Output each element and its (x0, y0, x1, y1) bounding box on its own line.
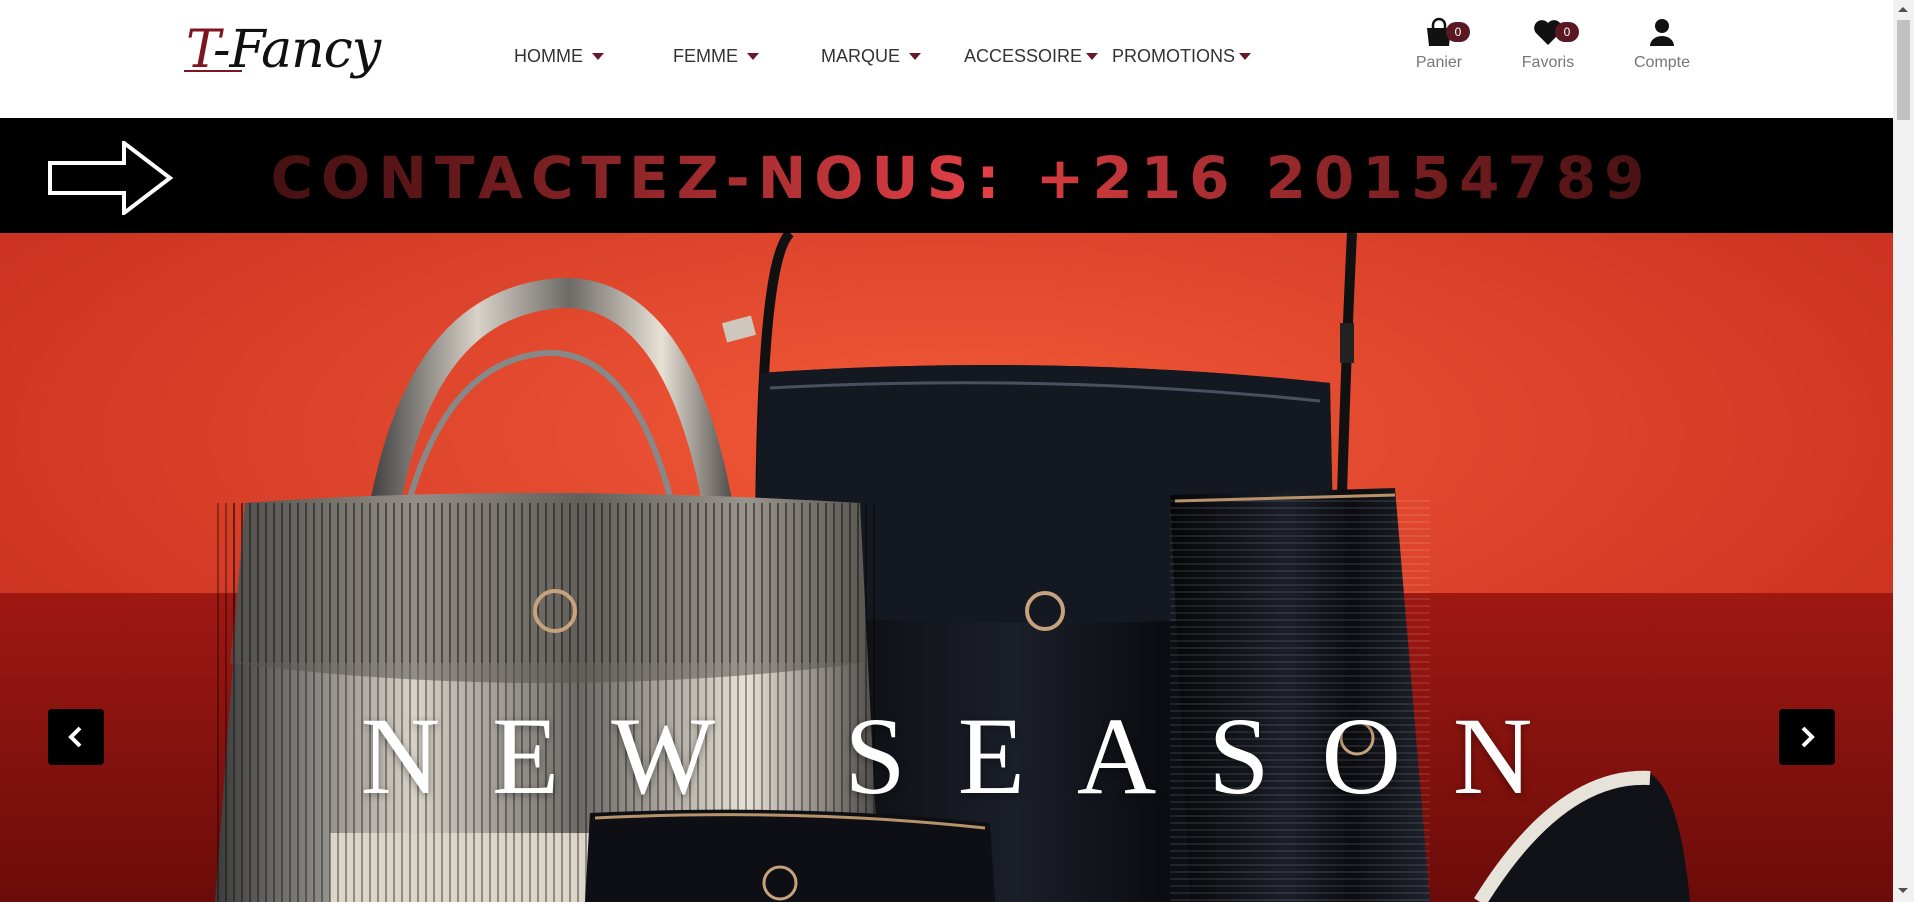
caret-down-icon (747, 53, 759, 60)
scroll-down-icon[interactable] (1898, 888, 1908, 893)
contact-banner: CONTACTEZ-NOUS: +216 20154789 (0, 118, 1893, 233)
page: T-Fancy HOMME FEMME MARQUE ACCESSOIRE PR… (0, 0, 1893, 902)
contact-banner-text: CONTACTEZ-NOUS: +216 20154789 (0, 144, 1893, 212)
hero-slider: NEW SEASON (0, 233, 1893, 902)
nav-item-femme[interactable]: FEMME (673, 46, 759, 67)
chevron-left-icon (68, 726, 82, 748)
caret-down-icon (592, 53, 604, 60)
cart-button[interactable]: 0 Panier (1394, 16, 1484, 72)
nav-item-label: ACCESSOIRE (964, 46, 1083, 66)
nav-item-label: MARQUE (821, 46, 901, 66)
site-header: T-Fancy HOMME FEMME MARQUE ACCESSOIRE PR… (0, 0, 1893, 118)
cart-count-badge: 0 (1446, 22, 1470, 42)
nav-item-accessoire[interactable]: ACCESSOIRE (964, 46, 1099, 67)
nav-item-label: HOMME (514, 46, 583, 66)
nav-item-promotions[interactable]: PROMOTIONS (1112, 46, 1252, 67)
logo-underline (184, 70, 242, 72)
caret-down-icon (1239, 53, 1252, 60)
cart-label: Panier (1415, 54, 1463, 71)
nav-item-marque[interactable]: MARQUE (821, 46, 922, 67)
nav-item-homme[interactable]: HOMME (514, 46, 604, 67)
favorites-label: Favoris (1521, 54, 1575, 71)
account-button[interactable]: Compte (1617, 16, 1707, 72)
favorites-count-badge: 0 (1555, 22, 1579, 42)
account-label: Compte (1633, 54, 1691, 71)
hero-title: NEW SEASON (360, 695, 1585, 817)
chevron-right-icon (1801, 726, 1815, 748)
vertical-scrollbar[interactable] (1893, 0, 1914, 902)
slider-prev-button[interactable] (48, 709, 104, 765)
favorites-button[interactable]: 0 Favoris (1503, 16, 1593, 72)
logo[interactable]: T-Fancy (182, 14, 412, 90)
scroll-up-icon[interactable] (1898, 7, 1908, 12)
scrollbar-thumb[interactable] (1897, 20, 1910, 120)
nav-item-label: PROMOTIONS (1112, 46, 1236, 66)
slider-next-button[interactable] (1779, 709, 1835, 765)
user-icon (1650, 19, 1674, 46)
caret-down-icon (1086, 53, 1099, 60)
nav-item-label: FEMME (673, 46, 738, 66)
caret-down-icon (909, 53, 922, 60)
